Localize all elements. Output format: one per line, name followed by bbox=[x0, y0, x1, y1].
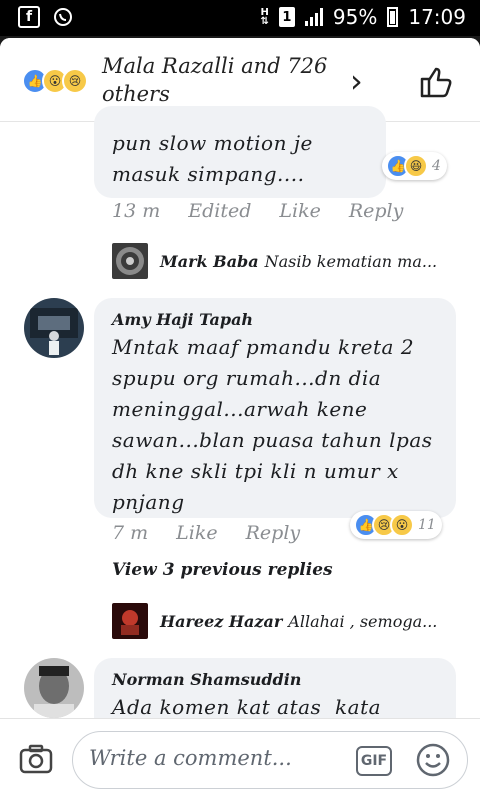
comment-bubble[interactable]: pun slow motion je masuk simpang.... bbox=[94, 106, 386, 198]
edited-label[interactable]: Edited bbox=[188, 200, 251, 222]
comment-meta: 13 m Edited Like Reply bbox=[112, 200, 403, 222]
hplus-icon: H ⇅ bbox=[260, 7, 269, 27]
comment-time: 13 m bbox=[112, 200, 161, 222]
comment-meta: 7 m Like Reply bbox=[112, 522, 300, 544]
clock: 17:09 bbox=[408, 5, 466, 29]
reactors-title[interactable]: Mala Razalli and 726 others bbox=[102, 52, 342, 108]
reply-author[interactable]: Mark Baba bbox=[160, 252, 259, 271]
reply-snippet: Allahai , semoga... bbox=[288, 611, 438, 631]
avatar[interactable] bbox=[24, 298, 84, 358]
reply-snippet: Nasib kematian ma... bbox=[264, 251, 438, 271]
avatar[interactable] bbox=[24, 658, 84, 718]
reply-author[interactable]: Hareez Hazar bbox=[160, 612, 282, 631]
reaction-count: 11 bbox=[418, 517, 436, 533]
comment-time: 7 m bbox=[112, 522, 149, 544]
reply-link[interactable]: Reply bbox=[246, 522, 301, 544]
comment-author[interactable]: Amy Haji Tapah bbox=[112, 310, 253, 329]
battery-icon bbox=[387, 7, 399, 27]
comment-text: Mntak maaf pmandu kreta 2 spupu org ruma… bbox=[112, 335, 433, 514]
comment-composer: Write a comment... GIF bbox=[0, 718, 480, 800]
sad-reaction-icon: 😢 bbox=[62, 68, 88, 94]
comment-text: pun slow motion je masuk simpang.... bbox=[112, 131, 313, 186]
status-bar: f H ⇅ 1 95% 17:09 bbox=[0, 0, 480, 36]
haha-reaction-icon: 😆 bbox=[404, 154, 428, 178]
like-link[interactable]: Like bbox=[279, 200, 320, 222]
like-thumb-icon[interactable] bbox=[418, 64, 454, 100]
avatar bbox=[112, 243, 148, 279]
comment-input[interactable]: Write a comment... GIF bbox=[72, 731, 468, 789]
like-link[interactable]: Like bbox=[176, 522, 217, 544]
emoji-icon[interactable] bbox=[415, 742, 451, 778]
signal-icon bbox=[304, 8, 323, 26]
reaction-summary[interactable]: 👍 😮 😢 bbox=[22, 68, 88, 94]
wow-reaction-icon: 😮 bbox=[390, 513, 414, 537]
reaction-pill[interactable]: 👍 😆 4 bbox=[382, 152, 447, 180]
reply-preview[interactable]: Hareez Hazar Allahai , semoga... bbox=[112, 603, 437, 639]
whatsapp-icon bbox=[52, 6, 74, 28]
sim-indicator: 1 bbox=[278, 7, 295, 27]
reaction-count: 4 bbox=[432, 158, 441, 174]
comment-author[interactable]: Norman Shamsuddin bbox=[112, 670, 301, 689]
reaction-pill[interactable]: 👍 😢 😮 11 bbox=[350, 511, 442, 539]
view-previous-replies[interactable]: View 3 previous replies bbox=[112, 560, 333, 580]
comment-bubble[interactable]: Amy Haji Tapah Mntak maaf pmandu kreta 2… bbox=[94, 298, 456, 518]
reply-link[interactable]: Reply bbox=[349, 200, 404, 222]
battery-percent: 95% bbox=[332, 5, 378, 29]
comments-panel: 👍 😮 😢 Mala Razalli and 726 others › pun … bbox=[0, 38, 480, 800]
comment-placeholder: Write a comment... bbox=[89, 746, 292, 770]
chevron-right-icon[interactable]: › bbox=[350, 62, 363, 100]
gif-button[interactable]: GIF bbox=[356, 746, 392, 776]
reply-preview[interactable]: Mark Baba Nasib kematian ma... bbox=[112, 243, 437, 279]
camera-icon[interactable] bbox=[18, 741, 54, 777]
avatar bbox=[112, 603, 148, 639]
facebook-icon: f bbox=[18, 6, 40, 28]
